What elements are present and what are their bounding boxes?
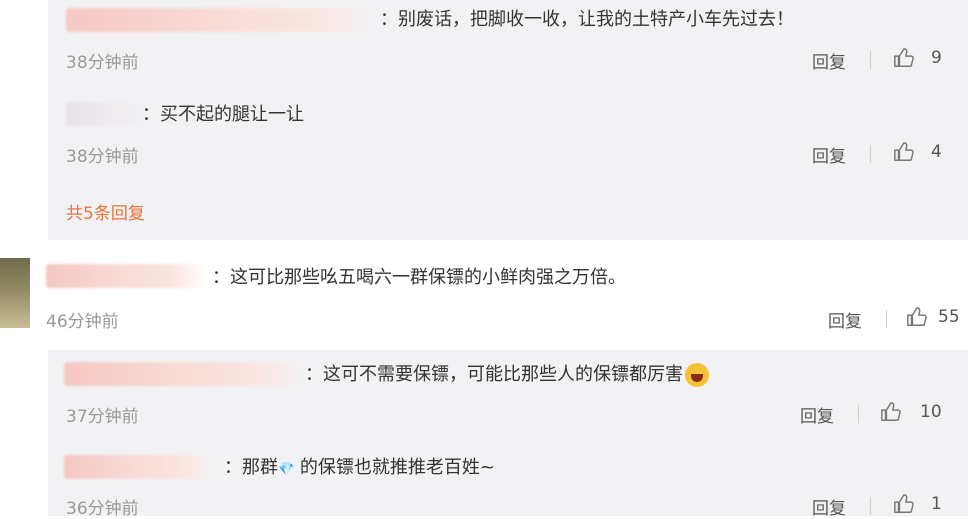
timestamp: 38分钟前 bbox=[66, 147, 139, 167]
username-blurred[interactable] bbox=[66, 8, 376, 32]
reply-button[interactable]: 回复 bbox=[812, 494, 846, 519]
reply-button[interactable]: 回复 bbox=[812, 142, 846, 167]
thumbs-up-icon[interactable] bbox=[906, 306, 928, 328]
timestamp: 36分钟前 bbox=[66, 499, 139, 519]
like-count: 4 bbox=[931, 142, 942, 162]
reply-button[interactable]: 回复 bbox=[812, 48, 846, 73]
comment-text: ：买不起的腿让一让 bbox=[142, 104, 304, 125]
comment-text-end: 的保镖也就推推老百姓~ bbox=[294, 457, 495, 478]
like-count: 9 bbox=[931, 48, 942, 68]
like-count: 10 bbox=[920, 402, 942, 422]
divider bbox=[870, 145, 871, 163]
gem-icon: 💎 bbox=[278, 462, 295, 477]
comment-text: ：这可不需要保镖，可能比那些人的保镖都厉害 bbox=[305, 363, 709, 387]
thumbs-up-icon[interactable] bbox=[880, 401, 902, 423]
comment-text: ：这可比那些吆五喝六一群保镖的小鲜肉强之万倍。 bbox=[212, 267, 626, 288]
comment-text: ：别废话，把脚收一收，让我的土特产小车先过去！ bbox=[380, 9, 794, 30]
divider bbox=[858, 405, 859, 423]
timestamp: 38分钟前 bbox=[66, 53, 139, 73]
like-count: 1 bbox=[931, 494, 942, 514]
reply-button[interactable]: 回复 bbox=[828, 307, 862, 332]
divider bbox=[870, 51, 871, 69]
reply-button[interactable]: 回复 bbox=[800, 402, 834, 427]
thumbs-up-icon[interactable] bbox=[893, 493, 915, 515]
laughing-emoji-icon bbox=[685, 363, 709, 387]
comment-text: ：那群💎 的保镖也就推推老百姓~ bbox=[224, 456, 495, 482]
username-blurred[interactable] bbox=[64, 455, 214, 479]
thumbs-up-icon[interactable] bbox=[893, 47, 915, 69]
username-blurred[interactable] bbox=[46, 264, 206, 288]
timestamp: 46分钟前 bbox=[46, 312, 119, 332]
more-replies-link[interactable]: 共5条回复 bbox=[66, 199, 145, 224]
username-blurred[interactable] bbox=[66, 102, 150, 126]
divider bbox=[870, 497, 871, 515]
timestamp: 37分钟前 bbox=[66, 407, 139, 427]
comment-text-body: ：这可不需要保镖，可能比那些人的保镖都厉害 bbox=[305, 364, 683, 385]
comment-text-start: ：那群 bbox=[224, 457, 278, 478]
like-count: 55 bbox=[938, 307, 960, 327]
username-blurred[interactable] bbox=[64, 362, 304, 386]
avatar[interactable] bbox=[0, 258, 30, 328]
thumbs-up-icon[interactable] bbox=[893, 141, 915, 163]
divider bbox=[886, 310, 887, 328]
